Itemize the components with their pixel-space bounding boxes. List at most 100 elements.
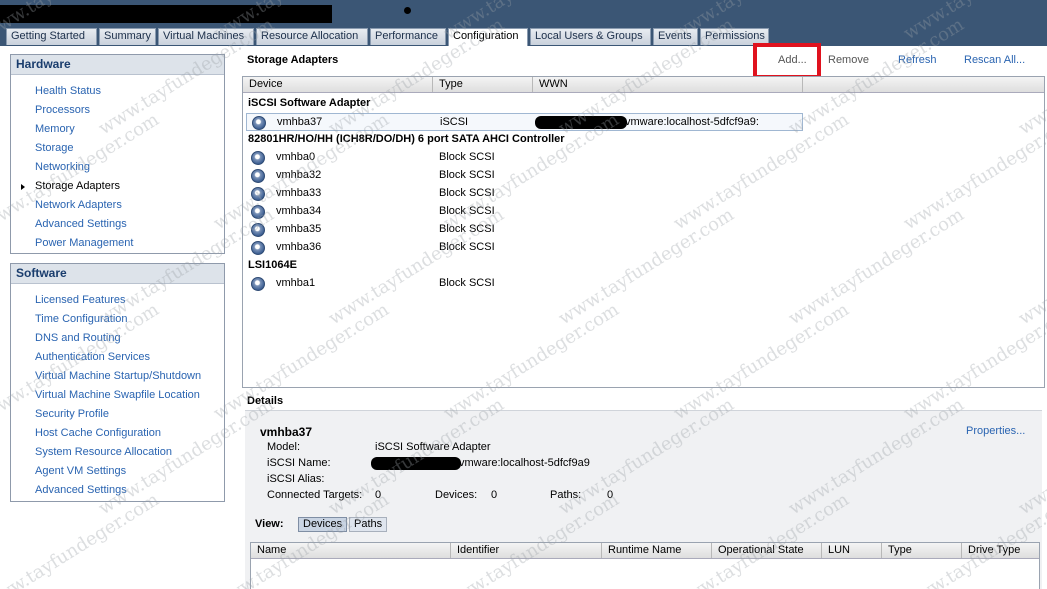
sidebar-item-processors[interactable]: Processors — [11, 101, 224, 120]
table-row-vmhba37[interactable]: vmhba37 iSCSI vmware:localhost-5dfcf9a9: — [246, 113, 803, 131]
details-table-header: Name Identifier Runtime Name Operational… — [251, 543, 1039, 559]
software-panel-title: Software — [11, 264, 224, 284]
refresh-button[interactable]: Refresh — [898, 54, 937, 66]
tab-getting-started[interactable]: Getting Started — [6, 28, 97, 45]
sidebar-item-licensed-features[interactable]: Licensed Features — [11, 291, 224, 310]
sidebar-item-network-adapters[interactable]: Network Adapters — [11, 196, 224, 215]
device-type: Block SCSI — [439, 151, 495, 163]
remove-button[interactable]: Remove — [828, 54, 869, 66]
tab-bar: Getting Started Summary Virtual Machines… — [0, 28, 1047, 46]
view-label: View: — [255, 518, 284, 530]
view-paths-button[interactable]: Paths — [349, 517, 388, 532]
watermark-text: www.tayfundeger.com — [0, 489, 163, 589]
window-title-bar — [0, 0, 1047, 30]
column-wwn[interactable]: WWN — [533, 77, 803, 92]
sidebar-item-vm-startup-shutdown[interactable]: Virtual Machine Startup/Shutdown — [11, 367, 224, 386]
sidebar-item-memory[interactable]: Memory — [11, 120, 224, 139]
redacted-dot — [404, 7, 411, 14]
adapter-icon — [251, 187, 265, 201]
model-value: iSCSI Software Adapter — [375, 441, 491, 453]
sidebar-item-software-advanced-settings[interactable]: Advanced Settings — [11, 481, 224, 500]
iscsi-alias-label: iSCSI Alias: — [267, 473, 325, 485]
group-sata-ahci-controller: 82801HR/HO/HH (ICH8R/DO/DH) 6 port SATA … — [248, 133, 565, 145]
table-row-vmhba32[interactable]: vmhba32 Block SCSI — [246, 167, 803, 185]
device-type: Block SCSI — [439, 187, 495, 199]
sidebar-item-agent-vm-settings[interactable]: Agent VM Settings — [11, 462, 224, 481]
storage-adapters-title: Storage Adapters — [247, 54, 339, 66]
sidebar-item-time-configuration[interactable]: Time Configuration — [11, 310, 224, 329]
column-drive-type[interactable]: Drive Type — [962, 543, 1039, 558]
iscsi-name-label: iSCSI Name: — [267, 457, 331, 469]
tab-virtual-machines[interactable]: Virtual Machines — [158, 28, 254, 45]
column-runtime-name[interactable]: Runtime Name — [602, 543, 712, 558]
table-row-vmhba34[interactable]: vmhba34 Block SCSI — [246, 203, 803, 221]
sidebar-item-storage-adapters-label: Storage Adapters — [35, 180, 121, 192]
sidebar-item-health-status[interactable]: Health Status — [11, 82, 224, 101]
column-name[interactable]: Name — [251, 543, 451, 558]
sidebar-item-power-management[interactable]: Power Management — [11, 234, 224, 253]
device-type: iSCSI — [440, 116, 469, 128]
tab-local-users-groups[interactable]: Local Users & Groups — [530, 28, 651, 45]
tab-resource-allocation[interactable]: Resource Allocation — [256, 28, 368, 45]
sidebar-item-storage[interactable]: Storage — [11, 139, 224, 158]
sidebar-item-authentication-services[interactable]: Authentication Services — [11, 348, 224, 367]
redacted-title — [0, 5, 332, 23]
connected-targets-value: 0 — [375, 489, 382, 501]
tab-summary[interactable]: Summary — [99, 28, 156, 45]
redacted-iscsi-name — [371, 457, 461, 470]
column-lun[interactable]: LUN — [822, 543, 882, 558]
table-row-vmhba33[interactable]: vmhba33 Block SCSI — [246, 185, 803, 203]
device-type: Block SCSI — [439, 169, 495, 181]
selected-arrow-icon — [21, 184, 25, 190]
table-row-vmhba1[interactable]: vmhba1 Block SCSI — [246, 275, 803, 293]
table-row-vmhba36[interactable]: vmhba36 Block SCSI — [246, 239, 803, 257]
model-label: Model: — [267, 441, 301, 453]
table-row-vmhba35[interactable]: vmhba35 Block SCSI — [246, 221, 803, 239]
properties-link[interactable]: Properties... — [966, 425, 1025, 437]
device-name: vmhba0 — [276, 151, 316, 163]
details-pane: vmhba37 Properties... Model: iSCSI Softw… — [245, 410, 1042, 589]
hardware-panel: Hardware Health Status Processors Memory… — [10, 54, 225, 254]
sidebar-item-dns-routing[interactable]: DNS and Routing — [11, 329, 224, 348]
device-name: vmhba37 — [277, 116, 323, 128]
tab-performance[interactable]: Performance — [370, 28, 446, 45]
column-type[interactable]: Type — [433, 77, 533, 92]
table-row-vmhba0[interactable]: vmhba0 Block SCSI — [246, 149, 803, 167]
iscsi-name-value: vmware:localhost-5dfcf9a9 — [459, 457, 590, 469]
adapter-icon — [251, 205, 265, 219]
add-button-highlight — [753, 43, 821, 79]
group-lsi1064e: LSI1064E — [248, 259, 297, 271]
device-name: vmhba1 — [276, 277, 316, 289]
rescan-all-button[interactable]: Rescan All... — [964, 54, 1025, 66]
storage-adapters-table: Device Type WWN iSCSI Software Adapter v… — [242, 76, 1045, 388]
tab-configuration[interactable]: Configuration — [448, 28, 528, 46]
sidebar-item-host-cache-configuration[interactable]: Host Cache Configuration — [11, 424, 224, 443]
column-device[interactable]: Device — [243, 77, 433, 92]
sidebar-item-advanced-settings[interactable]: Advanced Settings — [11, 215, 224, 234]
column-identifier[interactable]: Identifier — [451, 543, 602, 558]
connected-targets-label: Connected Targets: — [267, 489, 363, 501]
tab-events[interactable]: Events — [653, 28, 698, 45]
group-iscsi-software-adapter: iSCSI Software Adapter — [248, 97, 371, 109]
device-name: vmhba36 — [276, 241, 322, 253]
view-devices-button[interactable]: Devices — [298, 517, 348, 532]
devices-label: Devices: — [435, 489, 478, 501]
sidebar-item-storage-adapters[interactable]: Storage Adapters — [11, 177, 224, 196]
sidebar-item-networking[interactable]: Networking — [11, 158, 224, 177]
device-name: vmhba33 — [276, 187, 322, 199]
software-panel: Software Licensed Features Time Configur… — [10, 263, 225, 502]
device-type: Block SCSI — [439, 241, 495, 253]
redacted-wwn — [535, 116, 627, 129]
column-operational-state[interactable]: Operational State — [712, 543, 822, 558]
column-type[interactable]: Type — [882, 543, 962, 558]
device-type: Block SCSI — [439, 223, 495, 235]
device-wwn: vmware:localhost-5dfcf9a9: — [625, 116, 759, 128]
sidebar-item-vm-swapfile-location[interactable]: Virtual Machine Swapfile Location — [11, 386, 224, 405]
sidebar-item-system-resource-allocation[interactable]: System Resource Allocation — [11, 443, 224, 462]
devices-value: 0 — [491, 489, 498, 501]
adapter-icon — [251, 169, 265, 183]
paths-value: 0 — [607, 489, 614, 501]
adapter-icon — [251, 223, 265, 237]
adapter-icon — [252, 116, 266, 130]
sidebar-item-security-profile[interactable]: Security Profile — [11, 405, 224, 424]
